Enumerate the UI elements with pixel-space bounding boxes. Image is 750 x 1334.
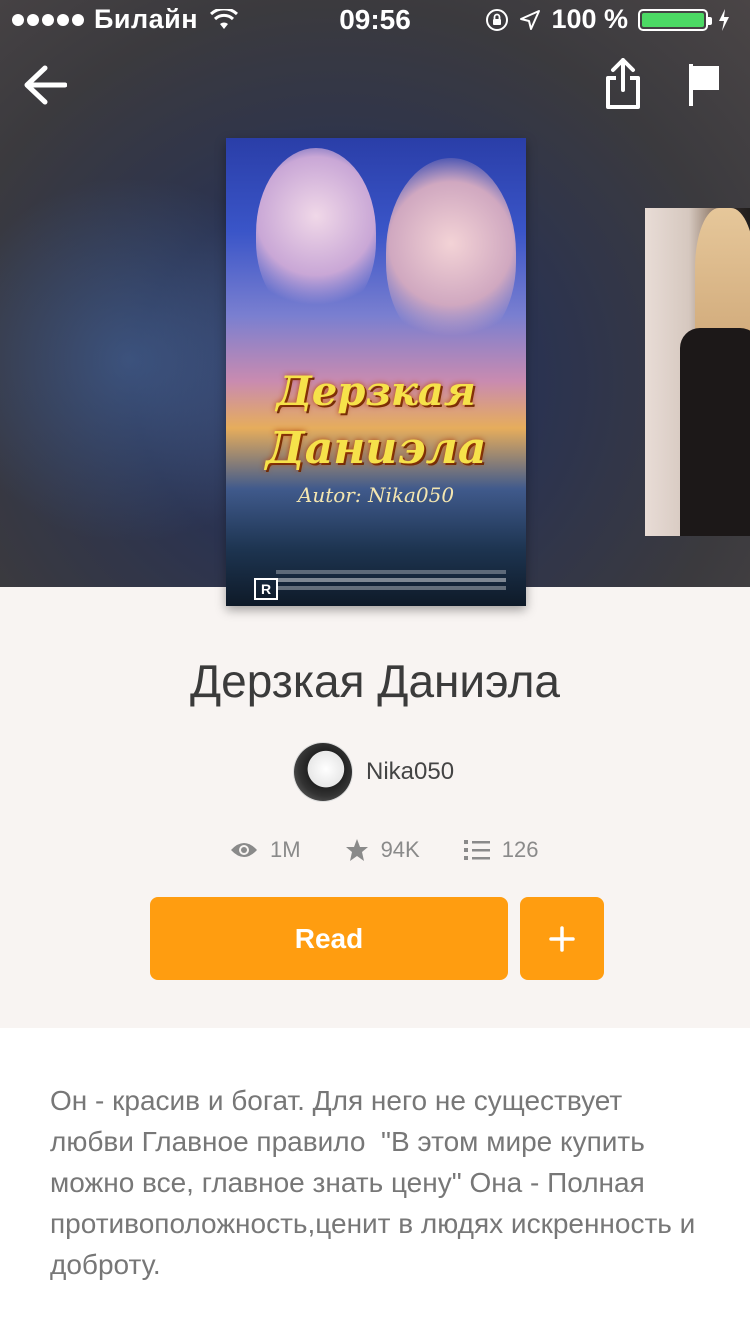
share-button[interactable] xyxy=(600,56,646,112)
charging-bolt-icon xyxy=(719,8,729,31)
read-button-label: Read xyxy=(294,922,364,954)
location-arrow-icon xyxy=(520,9,541,30)
cover-title-line1: Дерзкая xyxy=(276,368,476,415)
cover-title-line2: Даниэла xyxy=(265,423,487,474)
story-title: Дерзкая Даниэла xyxy=(189,655,561,707)
rotation-lock-icon xyxy=(486,8,509,31)
reads-stat: 1M xyxy=(230,837,301,863)
list-icon xyxy=(463,839,490,861)
back-button[interactable] xyxy=(20,60,70,110)
story-stats: 1M 94K 126 xyxy=(230,830,582,870)
story-description: Он - красив и богат. Для него не существ… xyxy=(50,1085,704,1280)
read-button[interactable]: Read xyxy=(150,897,508,980)
status-bar: Билайн 09:56 100 % xyxy=(0,0,750,40)
add-to-library-button[interactable] xyxy=(520,897,604,980)
status-right: 100 % xyxy=(485,4,730,35)
battery-percent: 100 % xyxy=(551,4,628,34)
reads-count: 1M xyxy=(270,837,301,862)
author-name[interactable]: Nika050 xyxy=(366,758,454,786)
flag-icon xyxy=(689,64,719,106)
cover-credits xyxy=(276,578,506,582)
votes-stat: 94K xyxy=(345,837,420,863)
star-icon xyxy=(345,838,369,862)
report-button[interactable] xyxy=(684,60,724,110)
battery-icon xyxy=(638,8,712,31)
book-cover[interactable]: Дерзкая Даниэла Autor: Nika050 R xyxy=(226,138,526,606)
parts-count: 126 xyxy=(501,837,539,862)
author-link[interactable]: Nika050 xyxy=(294,742,454,802)
parts-stat: 126 xyxy=(463,837,539,863)
plus-icon xyxy=(549,925,575,952)
next-story-cover[interactable] xyxy=(645,208,750,536)
votes-count: 94K xyxy=(380,837,420,862)
eye-icon xyxy=(230,840,258,860)
author-avatar[interactable] xyxy=(294,743,352,801)
battery-level xyxy=(642,12,704,27)
arrow-left-icon xyxy=(24,65,67,105)
share-icon xyxy=(606,58,640,109)
cover-rating-badge: R xyxy=(254,578,278,600)
cover-author: Autor: Nika050 xyxy=(297,483,455,507)
